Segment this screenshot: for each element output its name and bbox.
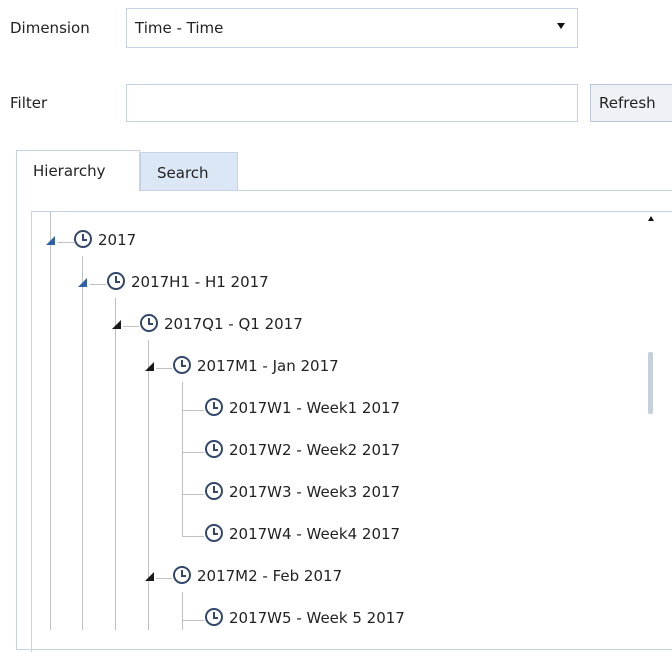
clock-icon [173, 356, 191, 374]
tree-node-label: 2017 [98, 231, 137, 249]
tree-guide-line [50, 212, 51, 630]
tree-node[interactable]: 2017M2 - Feb 2017 [173, 566, 342, 592]
clock-icon [173, 566, 191, 584]
tree-guide-line [182, 592, 183, 630]
tree-node-label: 2017W5 - Week 5 2017 [229, 609, 405, 627]
tree-guide-line [115, 298, 116, 630]
clock-icon [205, 398, 223, 416]
tree-connector [156, 578, 172, 579]
dimension-label: Dimension [10, 19, 90, 37]
clock-icon [74, 230, 92, 248]
clock-icon [205, 440, 223, 458]
tree-guide-line [82, 256, 83, 630]
expanded-triangle-icon[interactable] [46, 236, 55, 245]
dimension-select[interactable]: Time - Time [126, 8, 578, 48]
tab-search[interactable]: Search [140, 152, 238, 191]
filter-input[interactable] [126, 84, 578, 122]
clock-icon [205, 608, 223, 626]
tree-connector [123, 326, 139, 327]
tree-node[interactable]: 2017W3 - Week3 2017 [205, 482, 400, 508]
tree-node-label: 2017M2 - Feb 2017 [197, 567, 343, 585]
tree-guide-line [182, 382, 183, 536]
refresh-button[interactable]: Refresh [590, 84, 672, 122]
tree-node-label: 2017Q1 - Q1 2017 [164, 315, 303, 333]
tree-node-label: 2017M1 - Jan 2017 [197, 357, 339, 375]
clock-icon [205, 524, 223, 542]
tree-connector [182, 536, 204, 537]
tree-node-label: 2017W4 - Week4 2017 [229, 525, 401, 543]
tree-node[interactable]: 2017Q1 - Q1 2017 [140, 314, 303, 340]
tree-node[interactable]: 2017W5 - Week 5 2017 [205, 608, 405, 634]
clock-icon [140, 314, 158, 332]
tree-node[interactable]: 2017M1 - Jan 2017 [173, 356, 339, 382]
filter-label: Filter [10, 94, 48, 112]
clock-icon [205, 482, 223, 500]
tree-node[interactable]: 2017H1 - H1 2017 [107, 272, 269, 298]
tree-connector [182, 452, 204, 453]
tree-node-label: 2017W3 - Week3 2017 [229, 483, 401, 501]
expanded-triangle-icon[interactable] [112, 320, 121, 329]
chevron-down-icon[interactable] [557, 23, 565, 29]
tree-node[interactable]: 2017W2 - Week2 2017 [205, 440, 400, 466]
tree-connector [182, 620, 204, 621]
expanded-triangle-icon[interactable] [145, 572, 154, 581]
tree-guide-line [148, 340, 149, 630]
tree-node-label: 2017W2 - Week2 2017 [229, 441, 401, 459]
tree-node-label: 2017H1 - H1 2017 [131, 273, 269, 291]
expanded-triangle-icon[interactable] [145, 362, 154, 371]
tree-node[interactable]: 2017W4 - Week4 2017 [205, 524, 400, 550]
tab-hierarchy[interactable]: Hierarchy [16, 150, 140, 191]
dimension-value: Time - Time [135, 19, 224, 37]
scrollbar-thumb[interactable] [648, 352, 653, 414]
tree-connector [156, 368, 172, 369]
tree-node[interactable]: 2017W1 - Week1 2017 [205, 398, 400, 424]
tree-connector [90, 284, 106, 285]
tree-connector [182, 494, 204, 495]
clock-icon [107, 272, 125, 290]
expanded-triangle-icon[interactable] [78, 278, 87, 287]
tree-node-label: 2017W1 - Week1 2017 [229, 399, 401, 417]
tree-connector [58, 242, 74, 243]
scroll-up-arrow-icon[interactable] [648, 216, 654, 221]
tree-node[interactable]: 2017 [74, 230, 136, 256]
tree-connector [182, 410, 204, 411]
